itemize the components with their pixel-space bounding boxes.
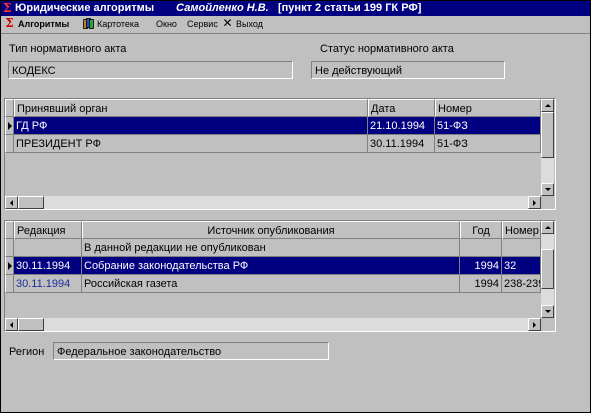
- menu-card-index[interactable]: Картотека: [83, 16, 139, 33]
- edition-cell[interactable]: 30.11.1994: [14, 275, 82, 293]
- editions-grid: Редакция Источник опубликования Год Номе…: [4, 220, 556, 332]
- column-header-number[interactable]: Номер: [435, 99, 541, 117]
- arrow-up-icon: [545, 226, 551, 229]
- arrow-up-icon: [545, 104, 551, 107]
- editions-header-row: Редакция Источник опубликования Год Номе…: [5, 221, 541, 239]
- column-header-source[interactable]: Источник опубликования: [82, 221, 460, 239]
- row-indicator: [5, 239, 14, 257]
- act-status-label: Статус нормативного акта: [320, 43, 454, 55]
- organ-cell[interactable]: ПРЕЗИДЕНТ РФ: [14, 135, 368, 153]
- number-cell[interactable]: 51-ФЗ: [435, 117, 541, 135]
- authority-header-row: Принявший орган Дата Номер: [5, 99, 541, 117]
- authority-grid: Принявший орган Дата Номер ГД РФ 21.10.1…: [4, 98, 556, 210]
- organ-cell[interactable]: ГД РФ: [14, 117, 368, 135]
- scroll-up-button[interactable]: [541, 221, 554, 234]
- year-cell[interactable]: 1994: [460, 257, 502, 275]
- date-cell[interactable]: 21.10.1994: [368, 117, 435, 135]
- arrow-left-icon: [10, 200, 13, 206]
- editions-horizontal-scrollbar[interactable]: [5, 318, 541, 331]
- editions-vertical-scrollbar[interactable]: [541, 221, 554, 318]
- scroll-thumb[interactable]: [18, 196, 44, 209]
- row-indicator: [5, 135, 14, 153]
- edition-cell[interactable]: 30.11.1994: [14, 257, 82, 275]
- authority-horizontal-scrollbar[interactable]: [5, 196, 541, 209]
- row-indicator: [5, 275, 14, 293]
- column-header-edition[interactable]: Редакция: [14, 221, 82, 239]
- menu-service-label: Сервис: [187, 19, 218, 29]
- current-row-arrow-icon: [8, 122, 12, 130]
- table-row[interactable]: 30.11.1994 Собрание законодательства РФ …: [5, 257, 541, 275]
- row-indicator-header: [5, 221, 14, 239]
- number-cell[interactable]: 51-ФЗ: [435, 135, 541, 153]
- region-field[interactable]: Федеральное законодательство: [53, 342, 329, 360]
- date-cell[interactable]: 30.11.1994: [368, 135, 435, 153]
- menu-algorithms[interactable]: Σ Алгоритмы: [4, 16, 69, 33]
- scroll-down-button[interactable]: [541, 305, 554, 318]
- column-header-number[interactable]: Номер: [502, 221, 541, 239]
- document-context: [пункт 2 статьи 199 ГК РФ]: [278, 2, 422, 14]
- scroll-thumb[interactable]: [541, 112, 554, 158]
- source-cell[interactable]: В данной редакции не опубликован: [82, 239, 460, 257]
- edition-cell[interactable]: [14, 239, 82, 257]
- table-row[interactable]: ПРЕЗИДЕНТ РФ 30.11.1994 51-ФЗ: [5, 135, 541, 153]
- scroll-right-button[interactable]: [528, 196, 541, 209]
- menu-card-index-label: Картотека: [97, 19, 140, 29]
- region-label: Регион: [9, 346, 45, 358]
- source-cell[interactable]: Собрание законодательства РФ: [82, 257, 460, 275]
- column-header-year[interactable]: Год: [460, 221, 502, 239]
- arrow-left-icon: [10, 322, 13, 328]
- number-cell[interactable]: 238-239: [502, 275, 541, 293]
- column-header-date[interactable]: Дата: [368, 99, 435, 117]
- arrow-right-icon: [533, 322, 536, 328]
- menu-exit-label: Выход: [236, 19, 263, 29]
- act-status-field[interactable]: Не действующий: [311, 61, 505, 79]
- sigma-icon: Σ: [5, 16, 14, 31]
- menu-bar: Σ Алгоритмы Картотека Окно Сервис ✕ Выход: [1, 16, 590, 34]
- act-type-label: Тип нормативного акта: [9, 43, 127, 55]
- menu-window-label: Окно: [156, 19, 177, 29]
- year-cell[interactable]: 1994: [460, 275, 502, 293]
- act-type-field[interactable]: КОДЕКС: [8, 61, 293, 79]
- row-indicator: [5, 257, 14, 275]
- menu-exit[interactable]: ✕ Выход: [222, 16, 263, 33]
- user-name: Самойленко Н.В.: [176, 2, 269, 14]
- table-row[interactable]: В данной редакции не опубликован: [5, 239, 541, 257]
- app-title: Юридические алгоритмы: [15, 2, 155, 14]
- arrow-down-icon: [545, 188, 551, 191]
- table-row[interactable]: ГД РФ 21.10.1994 51-ФЗ: [5, 117, 541, 135]
- year-cell[interactable]: [460, 239, 502, 257]
- main-window: Σ Юридические алгоритмы Самойленко Н.В. …: [0, 0, 591, 413]
- scroll-down-button[interactable]: [541, 183, 554, 196]
- menu-window[interactable]: Окно: [156, 16, 177, 33]
- scroll-up-button[interactable]: [541, 99, 554, 112]
- scroll-thumb[interactable]: [18, 318, 44, 331]
- scroll-right-button[interactable]: [528, 318, 541, 331]
- authority-vertical-scrollbar[interactable]: [541, 99, 554, 196]
- scroll-left-button[interactable]: [5, 196, 18, 209]
- arrow-down-icon: [545, 310, 551, 313]
- column-header-organ[interactable]: Принявший орган: [14, 99, 368, 117]
- source-cell[interactable]: Российская газета: [82, 275, 460, 293]
- row-indicator-header: [5, 99, 14, 117]
- menu-algorithms-label: Алгоритмы: [18, 19, 70, 29]
- number-cell[interactable]: 32: [502, 257, 541, 275]
- row-indicator: [5, 117, 14, 135]
- number-cell[interactable]: [502, 239, 541, 257]
- scroll-thumb[interactable]: [541, 249, 554, 289]
- current-row-arrow-icon: [8, 262, 12, 270]
- close-icon: ✕: [222, 16, 233, 31]
- title-bar[interactable]: Σ Юридические алгоритмы Самойленко Н.В. …: [1, 1, 590, 16]
- arrow-right-icon: [533, 200, 536, 206]
- app-sigma-icon: Σ: [3, 1, 12, 15]
- menu-service[interactable]: Сервис: [187, 16, 218, 33]
- table-row[interactable]: 30.11.1994 Российская газета 1994 238-23…: [5, 275, 541, 293]
- scroll-left-button[interactable]: [5, 318, 18, 331]
- card-index-icon: [83, 18, 94, 30]
